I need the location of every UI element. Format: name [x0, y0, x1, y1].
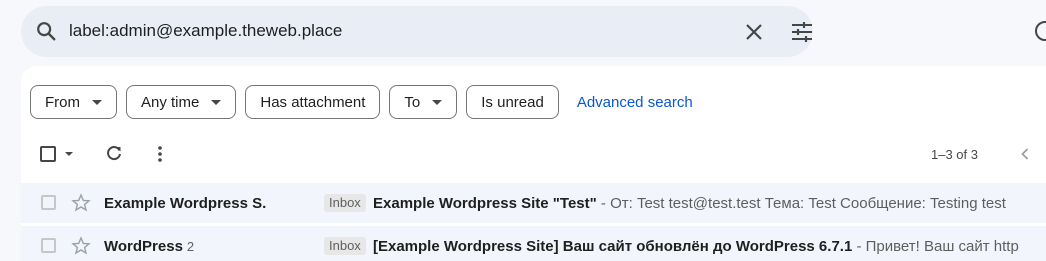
gmail-search-results: From Any time Has attachment To Is unrea… — [0, 0, 1046, 261]
caret-down-icon — [211, 99, 222, 105]
caret-down-icon — [432, 99, 443, 105]
filter-has-attachment[interactable]: Has attachment — [245, 85, 381, 119]
chip-label: To — [404, 93, 421, 111]
refresh-icon[interactable] — [104, 144, 124, 164]
filter-to[interactable]: To — [389, 85, 458, 119]
advanced-search-link[interactable]: Advanced search — [577, 94, 693, 111]
email-content: Example Wordpress Site "Test" - От: Test… — [373, 195, 1041, 212]
select-all-checkbox[interactable] — [40, 146, 56, 162]
main-panel: From Any time Has attachment To Is unrea… — [21, 66, 1046, 261]
caret-down-icon — [92, 99, 102, 105]
filter-from[interactable]: From — [30, 85, 117, 119]
email-subject: [Example Wordpress Site] Ваш сайт обновл… — [373, 238, 853, 255]
email-snippet: - От: Test test@test.test Тема: Test Соо… — [596, 195, 1006, 212]
search-bar — [21, 6, 813, 57]
clear-search-button[interactable] — [741, 19, 767, 45]
email-sender: WordPress 2 — [104, 238, 194, 255]
star-icon[interactable] — [71, 236, 91, 256]
list-toolbar: 1–3 of 3 — [21, 138, 1046, 168]
chip-label: Any time — [141, 93, 200, 111]
select-dropdown-icon[interactable] — [65, 152, 73, 156]
inbox-label[interactable]: Inbox — [324, 194, 366, 212]
inbox-label[interactable]: Inbox — [324, 237, 366, 255]
email-snippet: - Привет! Ваш сайт http — [852, 238, 1019, 255]
tune-icon — [792, 22, 812, 42]
sender-name: Example Wordpress S. — [104, 195, 267, 212]
chevron-left-icon[interactable] — [1015, 144, 1035, 164]
thread-count: 2 — [186, 239, 195, 254]
row-checkbox[interactable] — [41, 195, 56, 210]
search-icon[interactable] — [35, 20, 57, 42]
chip-label: Has attachment — [260, 93, 366, 111]
filter-chips: From Any time Has attachment To Is unrea… — [30, 85, 693, 119]
page-range: 1–3 of 3 — [931, 147, 978, 162]
chip-label: From — [45, 93, 80, 111]
email-subject: Example Wordpress Site "Test" — [373, 195, 597, 212]
more-vert-icon[interactable] — [150, 144, 170, 164]
email-row[interactable]: Example Wordpress S. Inbox Example Wordp… — [21, 183, 1046, 223]
filter-any-time[interactable]: Any time — [126, 85, 237, 119]
help-icon[interactable] — [1034, 20, 1046, 42]
email-sender: Example Wordpress S. — [104, 195, 270, 212]
email-row[interactable]: WordPress 2 Inbox [Example Wordpress Site… — [21, 226, 1046, 261]
close-icon — [746, 24, 762, 40]
filter-is-unread[interactable]: Is unread — [466, 85, 559, 119]
sender-name: WordPress — [104, 238, 183, 255]
search-options-button[interactable] — [788, 19, 816, 45]
row-checkbox[interactable] — [41, 238, 56, 253]
chip-label: Is unread — [481, 93, 544, 111]
email-content: [Example Wordpress Site] Ваш сайт обновл… — [373, 238, 1041, 255]
search-input[interactable] — [69, 16, 669, 46]
star-icon[interactable] — [71, 193, 91, 213]
